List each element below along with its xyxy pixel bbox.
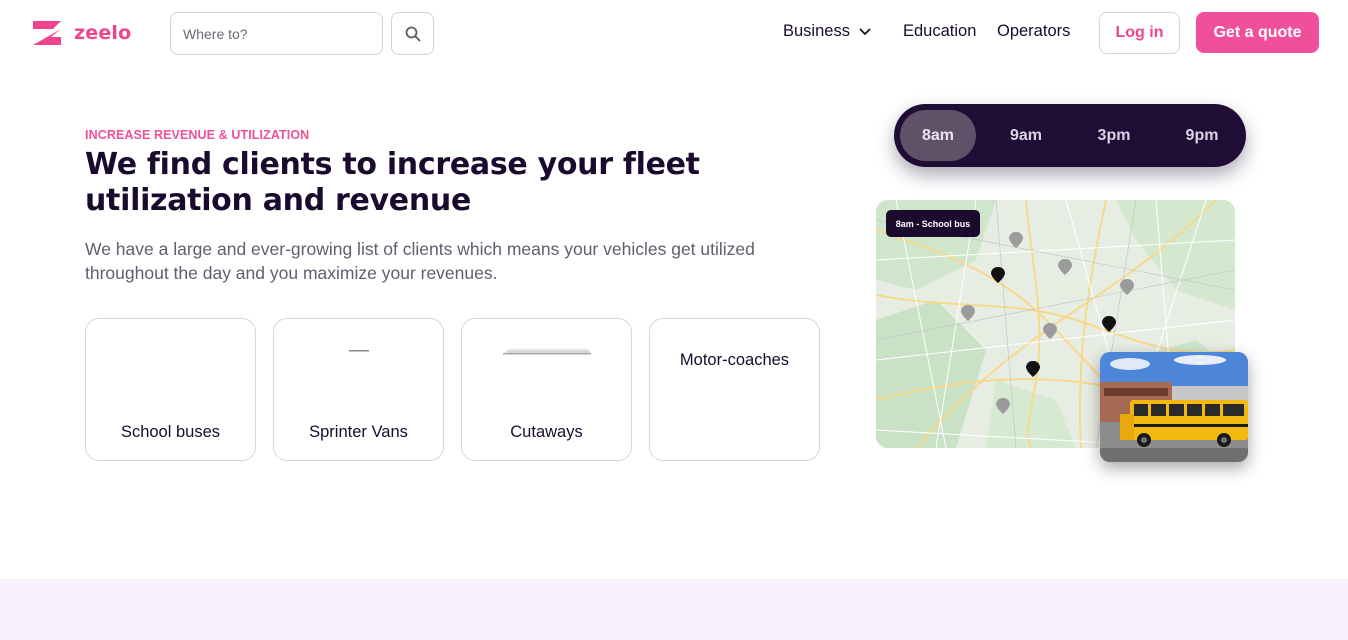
page-title: We find clients to increase your fleet u…: [85, 147, 700, 218]
search-input[interactable]: [170, 12, 383, 55]
search-icon: [405, 26, 420, 41]
next-section-band: [0, 579, 1348, 640]
zeelo-logo-icon: [33, 21, 61, 45]
sprinter-van-image: [348, 350, 369, 352]
brand-name: zeelo: [74, 22, 132, 44]
vehicle-card-school-buses[interactable]: School buses: [85, 318, 256, 461]
time-option-9am[interactable]: 9am: [988, 110, 1064, 161]
site-header: zeelo Business Education Operators Log i…: [0, 0, 1348, 64]
vehicle-card-label: Cutaways: [510, 423, 583, 441]
vehicle-card-sprinter-vans[interactable]: Sprinter Vans: [273, 318, 444, 461]
nav-education[interactable]: Education: [903, 22, 976, 41]
get-quote-button[interactable]: Get a quote: [1196, 12, 1319, 53]
vehicle-card-label: Sprinter Vans: [309, 423, 408, 441]
school-bus-photo: [1100, 352, 1248, 462]
time-option-8am[interactable]: 8am: [900, 110, 976, 161]
login-button[interactable]: Log in: [1099, 12, 1180, 54]
school-bus-image: [1100, 352, 1248, 462]
nav-business-label: Business: [783, 22, 850, 40]
hero-description: We have a large and ever-growing list of…: [85, 239, 755, 283]
vehicle-card-cutaways[interactable]: Cutaways: [461, 318, 632, 461]
section-eyebrow: INCREASE REVENUE & UTILIZATION: [85, 128, 310, 142]
brand-logo[interactable]: zeelo: [30, 19, 131, 47]
map-route-label: 8am - School bus: [886, 210, 980, 237]
nav-business[interactable]: Business: [783, 22, 871, 41]
chevron-down-icon: [859, 28, 871, 35]
time-of-day-switcher: 8am 9am 3pm 9pm: [894, 104, 1246, 167]
vehicle-type-cards: School buses Sprinter Vans Cutaways Moto…: [85, 318, 820, 461]
search-button[interactable]: [391, 12, 434, 55]
vehicle-card-motor-coaches[interactable]: Motor-coaches: [649, 318, 820, 461]
vehicle-card-label: Motor-coaches: [679, 351, 790, 369]
vehicle-card-label: School buses: [120, 423, 221, 441]
cutaway-bus-image: [502, 348, 591, 355]
time-option-3pm[interactable]: 3pm: [1076, 110, 1152, 161]
time-option-9pm[interactable]: 9pm: [1164, 110, 1240, 161]
nav-operators[interactable]: Operators: [997, 22, 1070, 41]
